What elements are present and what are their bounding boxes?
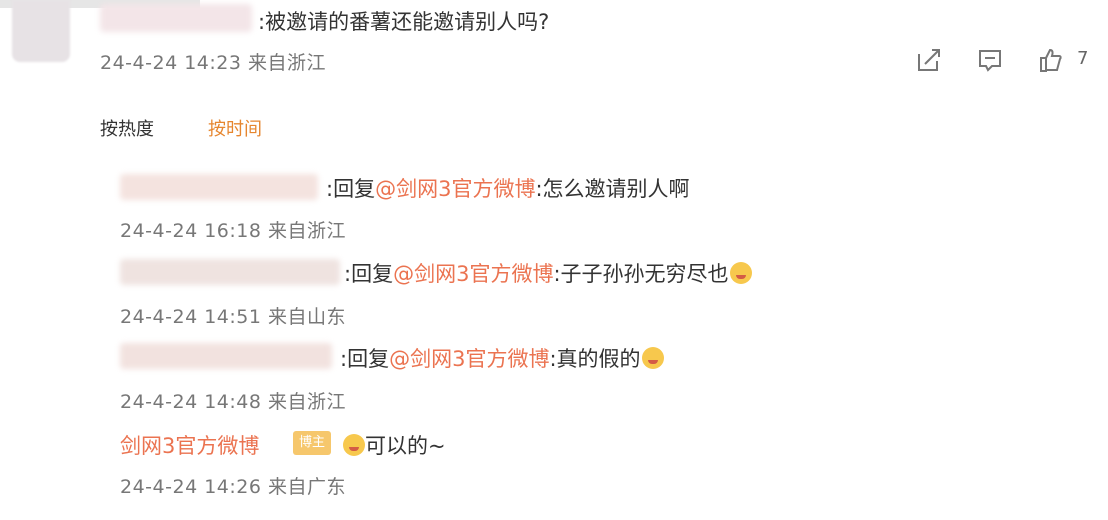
sort-by-time[interactable]: 按时间 <box>208 115 262 141</box>
main-username-blurred[interactable] <box>100 4 252 32</box>
main-comment-meta: 24-4-24 14:23 来自浙江 <box>100 52 326 74</box>
thumb-up-icon[interactable] <box>1036 46 1064 74</box>
comment-icon[interactable] <box>976 46 1004 74</box>
reply-text: :回复@剑网3官方微博:子子孙孙无穷尽也 <box>344 258 752 288</box>
reply-username-blurred[interactable] <box>120 174 318 200</box>
laugh-emoji-icon <box>343 434 365 456</box>
mention-link[interactable]: @剑网3官方微博 <box>393 262 553 286</box>
official-account-name[interactable]: 剑网3官方微博 <box>120 430 259 460</box>
reply-text: :回复@剑网3官方微博:怎么邀请别人啊 <box>326 177 690 201</box>
reply-meta: 24-4-24 16:18 来自浙江 <box>120 220 346 242</box>
share-icon[interactable] <box>915 46 943 74</box>
avatar[interactable] <box>12 0 70 62</box>
reply-meta: 24-4-24 14:51 来自山东 <box>120 306 346 328</box>
reply-username-blurred[interactable] <box>120 259 340 285</box>
laugh-emoji-icon <box>729 262 752 284</box>
official-reply-text: 可以的~ <box>342 430 446 460</box>
reply-meta: 24-4-24 14:26 来自广东 <box>120 476 346 498</box>
sort-by-hot[interactable]: 按热度 <box>100 115 154 141</box>
like-count: 7 <box>1077 48 1089 69</box>
mention-link[interactable]: @剑网3官方微博 <box>375 177 535 201</box>
reply-text: :回复@剑网3官方微博:真的假的 <box>340 343 664 373</box>
official-badge: 博主 <box>293 431 331 455</box>
reply-meta: 24-4-24 14:48 来自浙江 <box>120 391 346 413</box>
smile-emoji-icon <box>641 347 664 369</box>
reply-username-blurred[interactable] <box>120 343 332 369</box>
main-comment-text: :被邀请的番薯还能邀请别人吗? <box>258 10 550 34</box>
mention-link[interactable]: @剑网3官方微博 <box>389 347 549 371</box>
